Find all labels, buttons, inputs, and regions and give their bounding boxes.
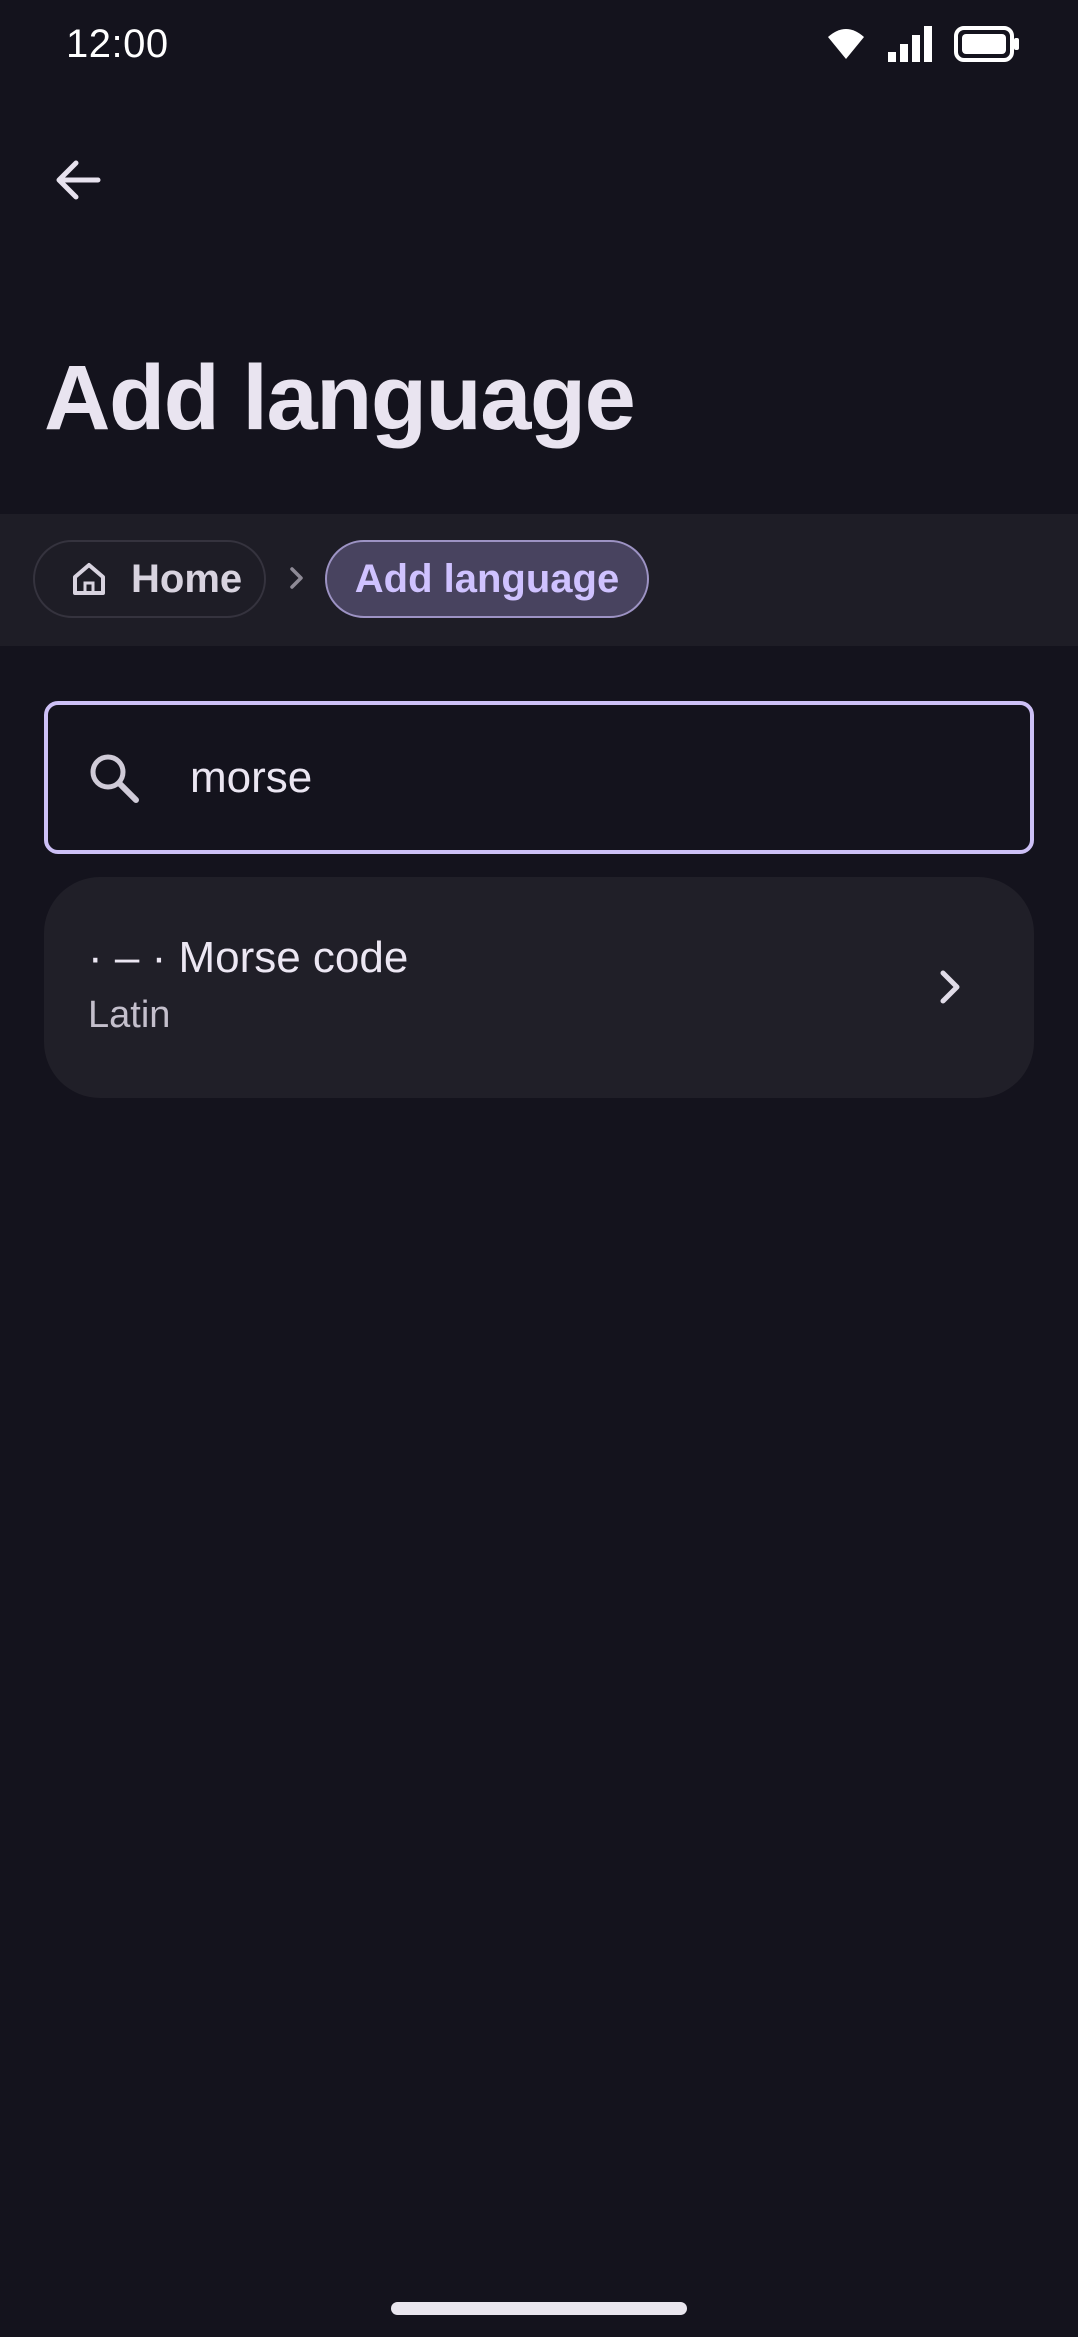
home-icon bbox=[69, 559, 109, 599]
search-input[interactable] bbox=[190, 737, 1030, 818]
breadcrumb-home-label: Home bbox=[131, 556, 243, 601]
arrow-left-icon bbox=[52, 154, 104, 211]
search-field[interactable] bbox=[44, 701, 1034, 854]
status-time: 12:00 bbox=[66, 22, 169, 66]
signal-icon bbox=[888, 26, 932, 67]
battery-icon bbox=[954, 26, 1020, 67]
breadcrumb-home[interactable]: Home bbox=[33, 540, 266, 618]
result-title: · – · Morse code bbox=[88, 933, 409, 982]
page-title: Add language bbox=[44, 347, 636, 449]
list-item-morse-code[interactable]: · – · Morse code Latin bbox=[44, 877, 1034, 1098]
chevron-right-icon bbox=[924, 961, 976, 1013]
breadcrumb-current[interactable]: Add language bbox=[325, 540, 649, 618]
chevron-right-icon bbox=[282, 564, 310, 592]
back-button[interactable] bbox=[36, 140, 120, 224]
breadcrumb: Home Add language bbox=[0, 514, 1078, 646]
home-indicator[interactable] bbox=[391, 2302, 687, 2315]
status-icons bbox=[826, 26, 1020, 67]
result-subtitle: Latin bbox=[88, 994, 171, 1036]
wifi-icon bbox=[826, 27, 866, 66]
status-bar: 12:00 bbox=[0, 0, 1078, 96]
search-icon bbox=[86, 750, 142, 806]
